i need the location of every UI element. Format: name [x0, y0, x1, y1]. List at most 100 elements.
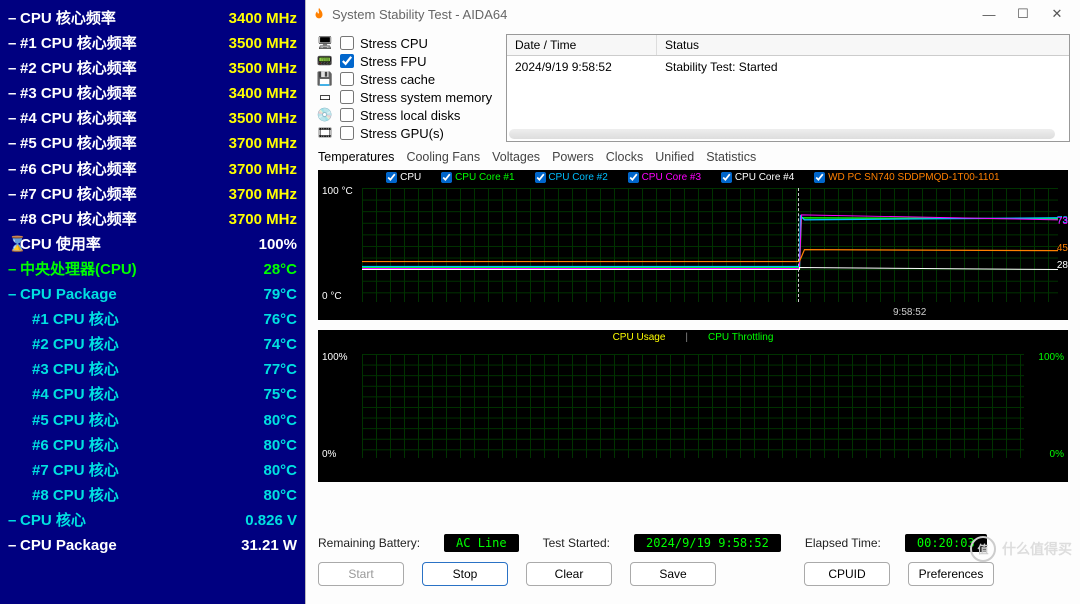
x-time-label: 9:58:52 [893, 307, 926, 318]
sensor-row: –#5 CPU 核心频率3700 MHz [8, 131, 297, 156]
stress-checkbox[interactable] [340, 108, 354, 122]
stress-item: ▭ Stress system memory [316, 88, 496, 106]
y-min-r: 0% [1050, 449, 1064, 460]
y-min-label: 0 °C [322, 291, 342, 302]
tab-unified[interactable]: Unified [655, 150, 694, 164]
sensor-row: #2 CPU 核心74°C [8, 332, 297, 357]
stress-checkbox[interactable] [340, 54, 354, 68]
maximize-button[interactable]: ☐ [1006, 3, 1040, 25]
stop-button[interactable]: Stop [422, 562, 508, 586]
device-icon: ▭ [316, 90, 334, 104]
cpuid-button[interactable]: CPUID [804, 562, 890, 586]
tabs: Temperatures Cooling Fans Voltages Powers Cl… [306, 146, 1080, 164]
legend-item[interactable]: CPU Core #1 [441, 172, 514, 183]
sensor-row: –#3 CPU 核心频率3400 MHz [8, 81, 297, 106]
sensor-row: #6 CPU 核心80°C [8, 433, 297, 458]
sensor-row: #8 CPU 核心80°C [8, 483, 297, 508]
device-icon: 🎞 [316, 126, 334, 140]
start-button[interactable]: Start [318, 562, 404, 586]
temperature-chart: CPU CPU Core #1 CPU Core #2 CPU Core #3 … [318, 170, 1068, 320]
sensor-row: –CPU Package31.21 W [8, 533, 297, 558]
stress-label: Stress local disks [360, 108, 460, 123]
aida64-window: System Stability Test - AIDA64 — ☐ ✕ 🖥 St… [305, 0, 1080, 604]
sensor-row: –#7 CPU 核心频率3700 MHz [8, 182, 297, 207]
stress-item: 💾 Stress cache [316, 70, 496, 88]
started-value: 2024/9/19 9:58:52 [634, 534, 781, 552]
sensor-row: #7 CPU 核心80°C [8, 458, 297, 483]
sensor-row: #3 CPU 核心77°C [8, 357, 297, 382]
sensor-row: –CPU Package79°C [8, 282, 297, 307]
sensor-row: –CPU 核心0.826 V [8, 508, 297, 533]
device-icon: 📟 [316, 54, 334, 68]
stress-checkbox[interactable] [340, 36, 354, 50]
minimize-button[interactable]: — [972, 3, 1006, 25]
close-button[interactable]: ✕ [1040, 3, 1074, 25]
stress-checkbox[interactable] [340, 72, 354, 86]
log-col-status[interactable]: Status [657, 35, 1069, 55]
sensor-row: –#2 CPU 核心频率3500 MHz [8, 56, 297, 81]
sensor-row: –#8 CPU 核心频率3700 MHz [8, 207, 297, 232]
tab-clocks[interactable]: Clocks [606, 150, 644, 164]
flame-icon [312, 7, 326, 21]
window-title: System Stability Test - AIDA64 [332, 7, 972, 22]
legend-item: CPU Throttling [708, 332, 773, 343]
preferences-button[interactable]: Preferences [908, 562, 994, 586]
clear-button[interactable]: Clear [526, 562, 612, 586]
sensor-row: #5 CPU 核心80°C [8, 408, 297, 433]
log-scrollbar[interactable] [509, 129, 1055, 139]
series-value-label: 45 [1057, 243, 1068, 254]
y-max-l: 100% [322, 352, 348, 363]
device-icon: 💿 [316, 108, 334, 122]
titlebar: System Stability Test - AIDA64 — ☐ ✕ [306, 0, 1080, 28]
stress-label: Stress GPU(s) [360, 126, 444, 141]
series-value-label: 73 [1057, 216, 1068, 227]
status-line: Remaining Battery: AC Line Test Started:… [318, 534, 1068, 552]
legend-item[interactable]: CPU Core #2 [535, 172, 608, 183]
battery-value: AC Line [444, 534, 519, 552]
stress-item: 🎞 Stress GPU(s) [316, 124, 496, 142]
legend-item[interactable]: CPU Core #3 [628, 172, 701, 183]
battery-label: Remaining Battery: [318, 536, 420, 550]
device-icon: 🖥 [316, 36, 334, 50]
series-value-label: 28 [1057, 260, 1068, 271]
stress-label: Stress CPU [360, 36, 428, 51]
tab-statistics[interactable]: Statistics [706, 150, 756, 164]
legend-item[interactable]: CPU Core #4 [721, 172, 794, 183]
sensor-row: –中央处理器(CPU)28°C [8, 257, 297, 282]
y-min-l: 0% [322, 449, 336, 460]
stress-item: 🖥 Stress CPU [316, 34, 496, 52]
log-row[interactable]: 2024/9/19 9:58:52Stability Test: Started [507, 59, 1069, 75]
usage-chart: CPU Usage | CPU Throttling 100% 0% 100% … [318, 330, 1068, 482]
sensor-panel: –CPU 核心频率3400 MHz–#1 CPU 核心频率3500 MHz–#2… [0, 0, 305, 604]
tab-temperatures[interactable]: Temperatures [318, 150, 394, 164]
legend-item: CPU Usage [613, 332, 666, 343]
stress-label: Stress system memory [360, 90, 492, 105]
stress-item: 📟 Stress FPU [316, 52, 496, 70]
stress-label: Stress cache [360, 72, 435, 87]
save-button[interactable]: Save [630, 562, 716, 586]
sensor-row: –#6 CPU 核心频率3700 MHz [8, 157, 297, 182]
sensor-row: #1 CPU 核心76°C [8, 307, 297, 332]
log-col-date[interactable]: Date / Time [507, 35, 657, 55]
sensor-row: ⌛CPU 使用率100% [8, 232, 297, 257]
tab-voltages[interactable]: Voltages [492, 150, 540, 164]
sensor-row: –#1 CPU 核心频率3500 MHz [8, 31, 297, 56]
stress-label: Stress FPU [360, 54, 426, 69]
device-icon: 💾 [316, 72, 334, 86]
tab-powers[interactable]: Powers [552, 150, 594, 164]
started-label: Test Started: [543, 536, 610, 550]
legend-item[interactable]: WD PC SN740 SDDPMQD-1T00-1101 [814, 172, 999, 183]
legend-item[interactable]: CPU [386, 172, 421, 183]
stress-checkbox[interactable] [340, 90, 354, 104]
log-panel: Date / Time Status 2024/9/19 9:58:52Stab… [506, 34, 1070, 142]
tab-cooling-fans[interactable]: Cooling Fans [406, 150, 480, 164]
sensor-row: #4 CPU 核心75°C [8, 382, 297, 407]
stress-item: 💿 Stress local disks [316, 106, 496, 124]
elapsed-label: Elapsed Time: [805, 536, 881, 550]
stress-checkbox[interactable] [340, 126, 354, 140]
y-max-label: 100 °C [322, 186, 353, 197]
sensor-row: –#4 CPU 核心频率3500 MHz [8, 106, 297, 131]
watermark: 值 什么值得买 [970, 536, 1072, 562]
stress-list: 🖥 Stress CPU 📟 Stress FPU 💾 Stress cache ▭ Stre… [316, 34, 496, 142]
sensor-row: –CPU 核心频率3400 MHz [8, 6, 297, 31]
